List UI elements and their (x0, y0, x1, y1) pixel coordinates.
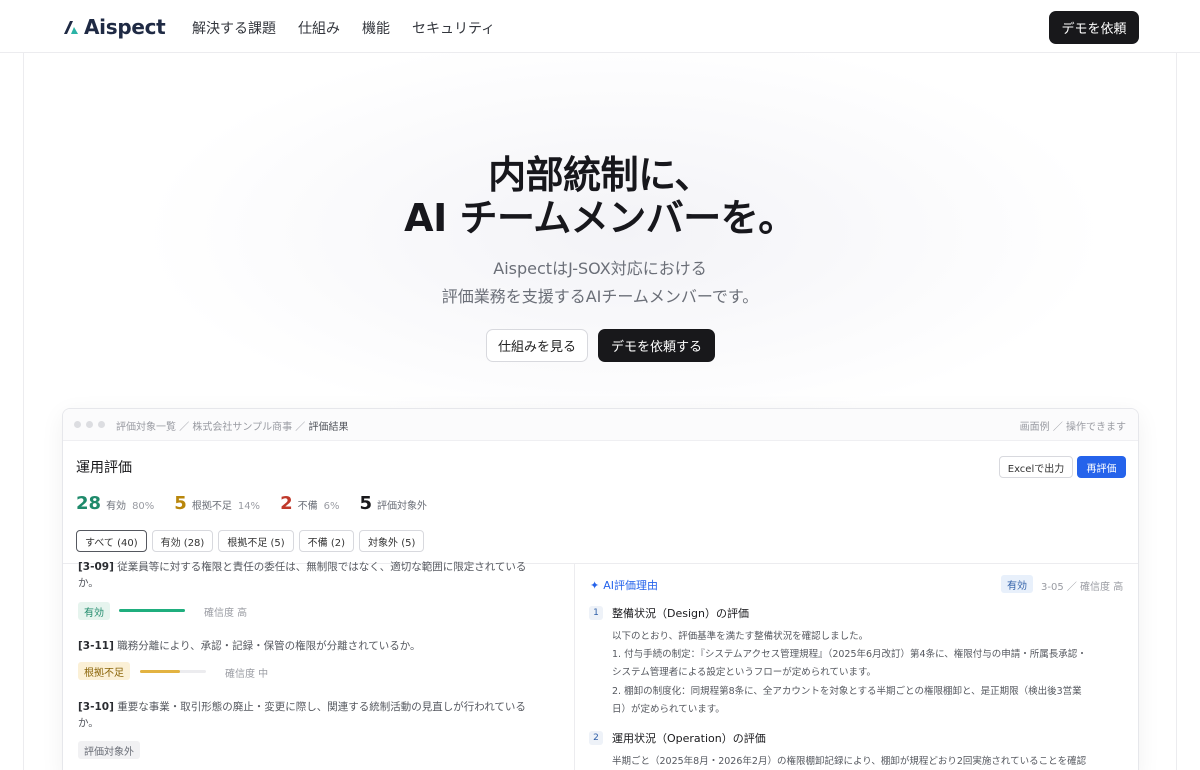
step-text: 以下のとおり、評価基準を満たす整備状況を確認しました。 (612, 631, 869, 642)
request-demo-button[interactable]: デモを依頼する (598, 329, 715, 362)
nav-link-how-it-works[interactable]: 仕組み (298, 18, 340, 38)
step-text: 日）が定められています。 (612, 704, 725, 715)
list-item-text[interactable]: [3-10] 重要な事業・取引形態の廃止・変更に際し、関連する統制活動の見直しが… (78, 699, 543, 731)
ai-meta: 3-05 ／ 確信度 高 (1041, 582, 1124, 593)
divider (574, 564, 575, 770)
breadcrumb-item[interactable]: 株式会社サンプル商事 (192, 422, 292, 433)
nav-demo-button[interactable]: デモを依頼 (1049, 11, 1139, 44)
brand-name: Aispect (84, 15, 166, 39)
summary-stats: 28 有効 80% 5 根拠不足 14% 2 不備 6% 5 評価対象外 (76, 493, 453, 514)
status-badge: 評価対象外 (78, 741, 140, 759)
ai-status-badge: 有効 (1001, 575, 1033, 593)
step-title: 整備状況（Design）の評価 (612, 607, 749, 620)
brand-mark-icon (64, 21, 78, 34)
confidence-bar (140, 670, 206, 673)
how-it-works-button[interactable]: 仕組みを見る (486, 329, 588, 362)
window-dots (74, 421, 105, 428)
step-text: 2. 棚卸の制度化：同規程第8条に、全アカウントを対象とする半期ごとの権限棚卸と… (612, 686, 1082, 697)
step-number: 1 (589, 606, 603, 620)
brand-logo[interactable]: Aispect (62, 15, 166, 39)
nav-links: 解決する課題 仕組み 機能 セキュリティ (192, 18, 495, 38)
status-badge: 根拠不足 (78, 662, 130, 680)
list-item-text[interactable]: [3-11] 職務分離により、承認・記録・保管の権限が分離されているか。 (78, 638, 543, 654)
filter-effective[interactable]: 有効 (28) (151, 530, 214, 552)
filter-insufficient[interactable]: 根拠不足 (5) (218, 530, 294, 552)
excel-export-button[interactable]: Excelで出力 (999, 456, 1073, 478)
nav-link-problems[interactable]: 解決する課題 (192, 18, 276, 38)
step-text: 1. 付与手続の制定：『システムアクセス管理規程』（2025年6月改訂）第4条に… (612, 649, 1087, 660)
confidence-label: 確信度 中 (225, 669, 269, 680)
window-chrome: 評価対象一覧 ／ 株式会社サンプル商事 ／ 評価結果 画面例 ／ 操作できます (63, 409, 1138, 441)
section-title: 運用評価 (76, 460, 132, 476)
nav-link-features[interactable]: 機能 (362, 18, 390, 38)
filter-deficient[interactable]: 不備 (2) (298, 530, 355, 552)
stat-deficient: 2 不備 6% (280, 493, 340, 514)
hero-title-line2: AI チームメンバーを。 (404, 196, 796, 240)
app-preview: 評価対象一覧 ／ 株式会社サンプル商事 ／ 評価結果 画面例 ／ 操作できます … (62, 408, 1139, 770)
filter-all[interactable]: すべて (40) (76, 530, 147, 552)
top-nav: Aispect 解決する課題 仕組み 機能 セキュリティ デモを依頼 (0, 0, 1200, 53)
breadcrumb: 評価対象一覧 ／ 株式会社サンプル商事 ／ 評価結果 (116, 422, 349, 433)
re-evaluate-button[interactable]: 再評価 (1077, 456, 1126, 478)
filter-chips: すべて (40) 有効 (28) 根拠不足 (5) 不備 (2) 対象外 (5) (76, 530, 425, 552)
breadcrumb-item[interactable]: 評価対象一覧 (116, 422, 176, 433)
breadcrumb-current: 評価結果 (308, 422, 349, 433)
ai-reason-title: ✦ AI評価理由 (590, 578, 658, 593)
stat-insufficient: 5 根拠不足 14% (174, 493, 261, 514)
hero-subtitle-line1: AispectはJ-SOX対応における (493, 259, 707, 278)
confidence-label: 確信度 高 (204, 608, 248, 619)
step-text: システム管理者による設定というフローが定められています。 (612, 667, 877, 678)
sparkle-icon: ✦ (590, 578, 600, 592)
filter-excluded[interactable]: 対象外 (5) (359, 530, 425, 552)
step-text: 半期ごと（2025年8月・2026年2月）の権限棚卸記録により、棚卸が規程どおり… (612, 756, 1087, 767)
confidence-bar (119, 609, 185, 612)
stat-effective: 28 有効 80% (76, 493, 155, 514)
hero-subtitle-line2: 評価業務を支援するAIチームメンバーです。 (441, 287, 759, 306)
stat-excluded: 5 評価対象外 (359, 493, 427, 514)
step-number: 2 (589, 731, 603, 745)
demo-note: 画面例 ／ 操作できます (1019, 422, 1126, 433)
list-item-text[interactable]: [3-09] 従業員等に対する権限と責任の委任は、無制限ではなく、適切な範囲に限… (78, 559, 543, 591)
step-title: 運用状況（Operation）の評価 (612, 732, 766, 745)
status-badge: 有効 (78, 602, 110, 620)
nav-link-security[interactable]: セキュリティ (412, 18, 495, 38)
right-rail (1176, 0, 1177, 770)
